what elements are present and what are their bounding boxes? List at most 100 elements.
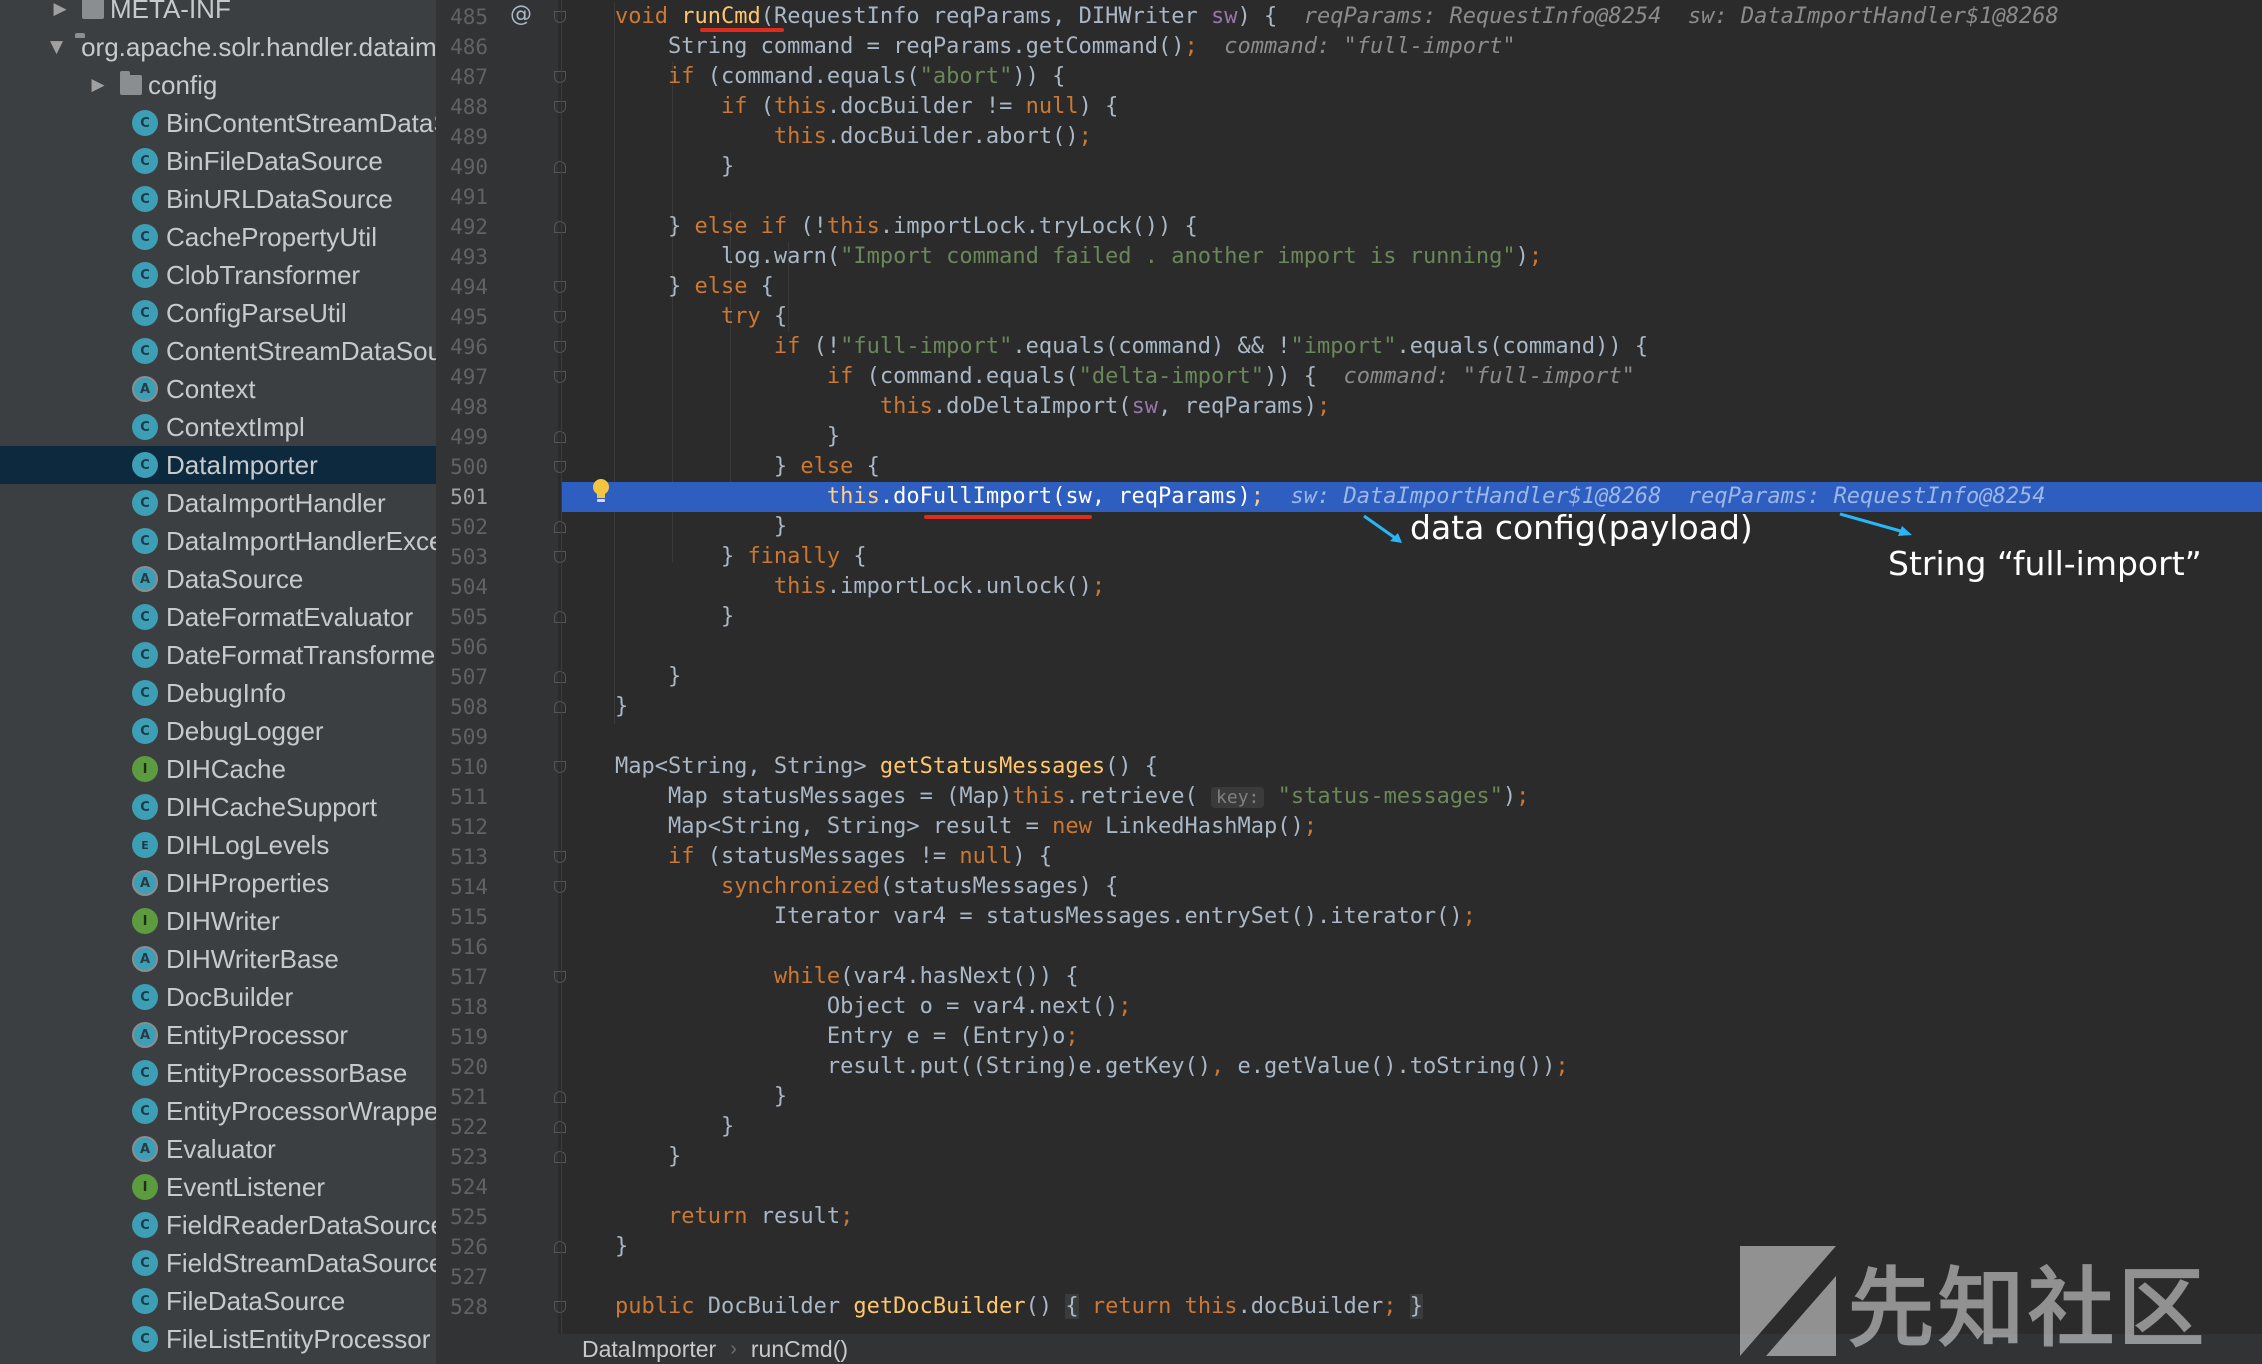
code-line[interactable]: } else {	[562, 272, 2262, 302]
tree-row[interactable]: C FieldStreamDataSource	[0, 1244, 436, 1282]
line-number[interactable]: 517	[436, 962, 488, 992]
line-number[interactable]: 511	[436, 782, 488, 812]
line-number[interactable]: 525	[436, 1202, 488, 1232]
line-number[interactable]: 522	[436, 1112, 488, 1142]
tree-row[interactable]: A EntityProcessor	[0, 1016, 436, 1054]
line-number[interactable]: 497	[436, 362, 488, 392]
tree-row[interactable]: C ContentStreamDataSource	[0, 332, 436, 370]
line-number[interactable]: 519	[436, 1022, 488, 1052]
tree-row[interactable]: C DIHCacheSupport	[0, 788, 436, 826]
line-number[interactable]: 507	[436, 662, 488, 692]
code-line[interactable]: } else if (!this.importLock.tryLock()) {	[562, 212, 2262, 242]
tree-row[interactable]: C ConfigParseUtil	[0, 294, 436, 332]
code-line[interactable]: }	[562, 152, 2262, 182]
tree-row[interactable]: I EventListener	[0, 1168, 436, 1206]
tree-row[interactable]: C DataImporter	[0, 446, 436, 484]
code-line[interactable]: Map<String, String> getStatusMessages() …	[562, 752, 2262, 782]
tree-row[interactable]: C FileDataSource	[0, 1282, 436, 1320]
line-number[interactable]: 509	[436, 722, 488, 752]
tree-row[interactable]: E DIHLogLevels	[0, 826, 436, 864]
breadcrumb-method[interactable]: runCmd()	[751, 1336, 848, 1363]
expand-arrow-right-icon[interactable]: ▶	[50, 0, 70, 19]
line-number[interactable]: 502	[436, 512, 488, 542]
tree-row[interactable]: A Context	[0, 370, 436, 408]
tree-row[interactable]: C ContextImpl	[0, 408, 436, 446]
breadcrumb-class[interactable]: DataImporter	[582, 1336, 716, 1363]
line-number[interactable]: 493	[436, 242, 488, 272]
line-number[interactable]: 510	[436, 752, 488, 782]
line-number[interactable]: 515	[436, 902, 488, 932]
tree-row[interactable]: C DebugLogger	[0, 712, 436, 750]
line-number[interactable]: 490	[436, 152, 488, 182]
code-line[interactable]: }	[562, 692, 2262, 722]
code-line[interactable]: Map<String, String> result = new LinkedH…	[562, 812, 2262, 842]
tree-row[interactable]: A Evaluator	[0, 1130, 436, 1168]
line-number[interactable]: 527	[436, 1262, 488, 1292]
code-line[interactable]: return result;	[562, 1202, 2262, 1232]
line-number[interactable]: 494	[436, 272, 488, 302]
line-number[interactable]: 523	[436, 1142, 488, 1172]
line-number[interactable]: 513	[436, 842, 488, 872]
code-line[interactable]: synchronized(statusMessages) {	[562, 872, 2262, 902]
tree-row[interactable]: I DIHCache	[0, 750, 436, 788]
code-line[interactable]: void runCmd(RequestInfo reqParams, DIHWr…	[562, 2, 2262, 32]
tree-row[interactable]: C EntityProcessorWrapper	[0, 1092, 436, 1130]
tree-row[interactable]: C DateFormatEvaluator	[0, 598, 436, 636]
code-line[interactable]: }	[562, 422, 2262, 452]
tree-row[interactable]: I DIHWriter	[0, 902, 436, 940]
tree-row[interactable]: CHTMLStripTransformer	[0, 1358, 436, 1364]
code-line[interactable]: Entry e = (Entry)o;	[562, 1022, 2262, 1052]
code-line[interactable]: String command = reqParams.getCommand();…	[562, 32, 2262, 62]
line-number[interactable]: 495	[436, 302, 488, 332]
tree-row[interactable]: C FieldReaderDataSource	[0, 1206, 436, 1244]
code-line[interactable]: }	[562, 1082, 2262, 1112]
code-line[interactable]: log.warn("Import command failed . anothe…	[562, 242, 2262, 272]
tree-row[interactable]: C BinFileDataSource	[0, 142, 436, 180]
line-number[interactable]: 496	[436, 332, 488, 362]
line-number[interactable]: 486	[436, 32, 488, 62]
line-number[interactable]: 521	[436, 1082, 488, 1112]
line-number[interactable]: 518	[436, 992, 488, 1022]
line-number[interactable]: 526	[436, 1232, 488, 1262]
code-line[interactable]: }	[562, 602, 2262, 632]
tree-row[interactable]: C ClobTransformer	[0, 256, 436, 294]
tree-row[interactable]: C FileListEntityProcessor	[0, 1320, 436, 1358]
tree-row[interactable]: C DocBuilder	[0, 978, 436, 1016]
code-line[interactable]: if (!"full-import".equals(command) && !"…	[562, 332, 2262, 362]
code-line[interactable]: } else {	[562, 452, 2262, 482]
line-number[interactable]: 498	[436, 392, 488, 422]
code-line[interactable]	[562, 632, 2262, 662]
tree-row[interactable]: C DataImportHandlerException	[0, 522, 436, 560]
code-editor[interactable]: void runCmd(RequestInfo reqParams, DIHWr…	[562, 0, 2262, 1334]
code-line[interactable]: }	[562, 662, 2262, 692]
tree-row[interactable]: A DataSource	[0, 560, 436, 598]
code-line[interactable]: Object o = var4.next();	[562, 992, 2262, 1022]
line-number[interactable]: 528	[436, 1292, 488, 1322]
line-number[interactable]: 514	[436, 872, 488, 902]
code-line[interactable]	[562, 722, 2262, 752]
code-line[interactable]: Map statusMessages = (Map)this.retrieve(…	[562, 782, 2262, 812]
line-number[interactable]: 500	[436, 452, 488, 482]
code-line[interactable]: this.doDeltaImport(sw, reqParams);	[562, 392, 2262, 422]
lightbulb-icon[interactable]	[592, 478, 610, 504]
tree-row[interactable]: C DebugInfo	[0, 674, 436, 712]
code-line[interactable]: if (command.equals("abort")) {	[562, 62, 2262, 92]
line-number[interactable]: 487	[436, 62, 488, 92]
line-number[interactable]: 489	[436, 122, 488, 152]
line-number[interactable]: 492	[436, 212, 488, 242]
tree-row[interactable]: C BinContentStreamDataSource	[0, 104, 436, 142]
tree-row[interactable]: C DataImportHandler	[0, 484, 436, 522]
code-line[interactable]: try {	[562, 302, 2262, 332]
line-number[interactable]: 520	[436, 1052, 488, 1082]
code-line[interactable]: }	[562, 1142, 2262, 1172]
tree-row[interactable]: ▶ config	[0, 66, 436, 104]
code-line[interactable]: }	[562, 1112, 2262, 1142]
override-marker-icon[interactable]: @	[510, 2, 532, 27]
expand-arrow-down-icon[interactable]: ▼	[50, 37, 63, 57]
line-number[interactable]: 512	[436, 812, 488, 842]
tree-row[interactable]: A DIHProperties	[0, 864, 436, 902]
code-line[interactable]	[562, 1172, 2262, 1202]
line-number[interactable]: 506	[436, 632, 488, 662]
line-number[interactable]: 491	[436, 182, 488, 212]
code-line[interactable]: Iterator var4 = statusMessages.entrySet(…	[562, 902, 2262, 932]
